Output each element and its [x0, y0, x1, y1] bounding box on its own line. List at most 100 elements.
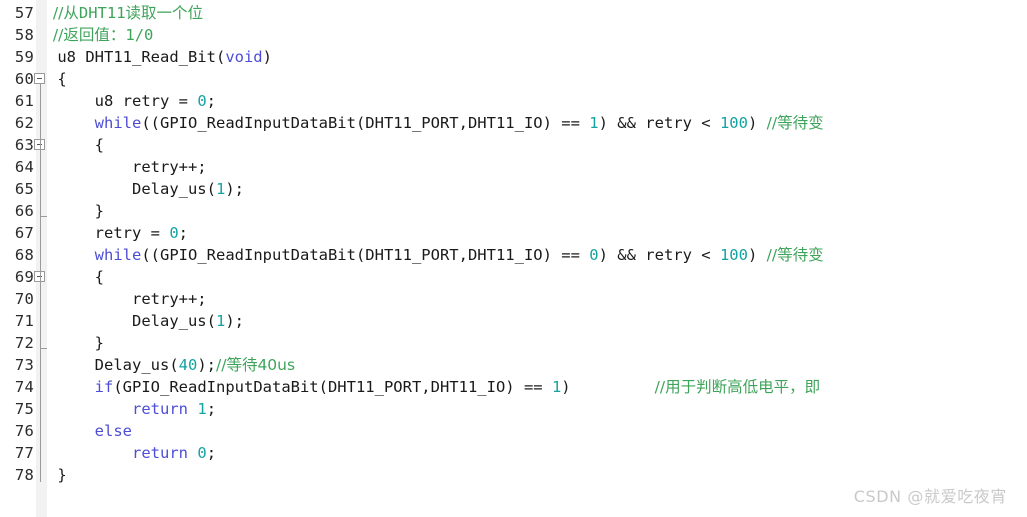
line-number: 71: [14, 312, 34, 330]
code-token-num: 1: [551, 378, 562, 396]
code-token-cmt: DHT11: [78, 4, 126, 22]
code-line[interactable]: {: [48, 266, 104, 288]
code-line[interactable]: Delay_us(40);//等待40us: [48, 354, 295, 376]
line-number: 73: [14, 356, 34, 374]
code-folding-column[interactable]: [34, 0, 48, 517]
code-line[interactable]: }: [48, 332, 104, 354]
code-line[interactable]: return 0;: [48, 442, 216, 464]
code-token-pl: }: [48, 466, 67, 484]
code-token-num: 0: [197, 444, 207, 462]
line-number: 60: [14, 70, 34, 88]
code-token-num: 0: [197, 92, 207, 110]
code-token-pl: }: [48, 202, 104, 220]
code-token-cmt: //等待变: [766, 114, 824, 132]
editor-gutter[interactable]: 57 58 59 60 61 62 63 64 65 66 67 68 69 70 71 72 73 74 75 76…: [0, 0, 48, 517]
code-token-pl: ): [262, 48, 272, 66]
code-token-num: 1: [215, 180, 226, 198]
line-number: 64: [14, 158, 34, 176]
fold-end-tick: [40, 216, 47, 217]
code-token-kw: void: [225, 48, 263, 66]
code-token-cmt: 1/0: [125, 26, 154, 44]
code-token-cmt: //返回值：: [48, 26, 126, 44]
code-line[interactable]: }: [48, 464, 67, 486]
code-token-kw: return: [132, 444, 188, 462]
code-token-pl: {: [48, 136, 104, 154]
code-line[interactable]: return 1;: [48, 398, 216, 420]
line-number: 69: [14, 268, 34, 286]
line-number-column: 57 58 59 60 61 62 63 64 65 66 67 68 69 70 71 72 73 74 75 76…: [0, 0, 34, 517]
code-token-kw: else: [94, 422, 132, 440]
line-number: 66: [14, 202, 34, 220]
code-token-pl: ;: [178, 224, 189, 242]
line-number: 74: [14, 378, 34, 396]
line-number: 58: [14, 26, 34, 44]
line-number: 76: [14, 422, 34, 440]
code-line[interactable]: retry++;: [48, 288, 207, 310]
fold-end-tick: [40, 348, 47, 349]
code-token-kw: return: [132, 400, 188, 418]
fold-collapse-icon[interactable]: [34, 73, 45, 84]
code-token-pl: {: [48, 70, 67, 88]
code-line[interactable]: //从DHT11读取一个位: [48, 2, 203, 24]
code-token-pl: );: [225, 180, 244, 198]
code-token-num: 0: [589, 246, 599, 264]
code-text-area[interactable]: //从DHT11读取一个位 //返回值：1/0 u8 DHT11_Read_Bi…: [48, 0, 1027, 517]
line-number: 78: [14, 466, 34, 484]
code-token-pl: ): [747, 114, 767, 132]
code-token-num: 40: [178, 356, 198, 374]
code-token-num: 1: [197, 400, 207, 418]
fold-guide-line: [40, 84, 41, 482]
code-token-pl: ;: [206, 400, 217, 418]
line-number: 63: [14, 136, 34, 154]
code-token-pl: retry++;: [48, 290, 207, 308]
code-line[interactable]: {: [48, 68, 67, 90]
code-line[interactable]: u8 DHT11_Read_Bit(void): [48, 46, 272, 68]
code-token-cmt: 读取一个位: [125, 4, 204, 22]
code-line[interactable]: u8 retry = 0;: [48, 90, 216, 112]
code-token-pl: }: [48, 334, 104, 352]
code-token-pl: ): [561, 378, 655, 396]
code-line[interactable]: retry++;: [48, 156, 207, 178]
line-number: 61: [14, 92, 34, 110]
code-token-pl: ;: [206, 92, 216, 110]
code-line[interactable]: }: [48, 200, 104, 222]
code-token-kw: while: [94, 246, 142, 264]
code-line[interactable]: //返回值：1/0: [48, 24, 153, 46]
line-number: 59: [14, 48, 34, 66]
line-number: 68: [14, 246, 34, 264]
code-line[interactable]: Delay_us(1);: [48, 178, 244, 200]
code-token-pl: Delay_us(: [48, 312, 216, 330]
line-number: 70: [14, 290, 34, 308]
code-token-cmt: //等待40us: [216, 356, 296, 374]
line-number: 72: [14, 334, 34, 352]
code-token-num: 1: [589, 114, 599, 132]
code-token-cmt: //用于判断高低电平，即: [654, 378, 821, 396]
code-token-num: 1: [215, 312, 226, 330]
code-token-num: 0: [169, 224, 179, 242]
code-line[interactable]: while((GPIO_ReadInputDataBit(DHT11_PORT,…: [48, 112, 824, 134]
code-token-num: 100: [719, 114, 748, 132]
code-token-pl: ((GPIO_ReadInputDataBit(DHT11_PORT,DHT11…: [141, 246, 590, 264]
code-line[interactable]: while((GPIO_ReadInputDataBit(DHT11_PORT,…: [48, 244, 824, 266]
csdn-watermark: CSDN @就爱吃夜宵: [853, 487, 1007, 506]
code-token-pl: retry++;: [48, 158, 207, 176]
code-token-kw: if: [94, 378, 114, 396]
code-line[interactable]: Delay_us(1);: [48, 310, 244, 332]
code-token-cmt: //从: [48, 4, 79, 22]
code-line[interactable]: {: [48, 134, 104, 156]
code-token-pl: ) && retry <: [598, 246, 720, 264]
code-line[interactable]: retry = 0;: [48, 222, 188, 244]
code-line[interactable]: else: [48, 420, 132, 442]
code-token-pl: );: [197, 356, 216, 374]
code-token-pl: u8 DHT11_Read_Bit(: [48, 48, 226, 66]
code-line[interactable]: if(GPIO_ReadInputDataBit(DHT11_PORT,DHT1…: [48, 376, 820, 398]
line-number: 57: [14, 4, 34, 22]
code-token-pl: {: [48, 268, 104, 286]
